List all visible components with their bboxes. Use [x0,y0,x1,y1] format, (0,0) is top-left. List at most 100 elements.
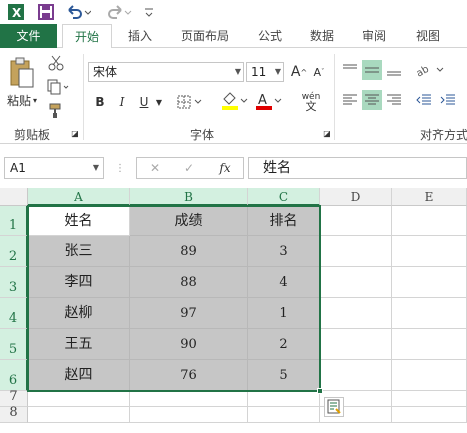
undo-icon[interactable] [64,3,92,21]
name-box[interactable]: A1 ▼ [4,157,104,179]
cut-icon[interactable] [46,54,66,72]
decrease-font-icon[interactable]: Aˇ [310,62,328,82]
format-painter-icon[interactable] [46,102,66,120]
chevron-down-icon[interactable]: ▼ [154,92,164,112]
cell-b6[interactable]: 76 [130,360,248,391]
row-header-4[interactable]: 4 [0,298,28,329]
cell-e4[interactable] [392,298,467,329]
cell-e6[interactable] [392,360,467,391]
cell-c3[interactable]: 4 [248,267,320,298]
row-header-2[interactable]: 2 [0,236,28,267]
increase-indent-icon[interactable] [438,90,458,110]
row-header-3[interactable]: 3 [0,267,28,298]
cell-a3[interactable]: 李四 [28,267,130,298]
fill-color-icon[interactable] [220,90,250,112]
quick-analysis-icon[interactable] [324,397,344,417]
cell-c6[interactable]: 5 [248,360,320,391]
cell-d2[interactable] [320,236,392,267]
cell-b3[interactable]: 88 [130,267,248,298]
phonetic-guide-button[interactable]: wén 文 [296,90,326,114]
cell-d6[interactable] [320,360,392,391]
copy-icon[interactable] [46,78,72,96]
align-left-icon[interactable] [340,90,360,110]
bold-button[interactable]: B [92,92,108,112]
insert-function-icon[interactable]: fx [213,159,237,177]
cell-e1[interactable] [392,206,467,236]
formula-input[interactable]: 姓名 [248,157,467,179]
tab-insert[interactable]: 插入 [118,24,162,48]
font-size-combo[interactable]: 11 ▼ [246,62,284,82]
column-header-e[interactable]: E [392,188,467,206]
cell-a5[interactable]: 王五 [28,329,130,360]
column-header-b[interactable]: B [130,188,248,206]
orientation-icon[interactable]: ab [414,60,446,80]
fill-handle[interactable] [317,388,323,394]
tab-data[interactable]: 数据 [300,24,344,48]
cell-b1[interactable]: 成绩 [130,206,248,236]
customize-qat-icon[interactable] [142,3,156,21]
cell-a1[interactable]: 姓名 [28,206,130,236]
increase-font-icon[interactable]: A ^ [290,62,308,82]
cell-a7[interactable] [28,391,130,407]
column-header-a[interactable]: A [28,188,130,206]
cell-e8[interactable] [392,407,467,423]
cell-b7[interactable] [130,391,248,407]
worksheet-grid[interactable]: A B C D E 1 2 3 4 5 6 7 8 姓名 成绩 排名 张三 89 3 李四 88 4 赵柳 97 1 王五 90 2 赵… [0,188,467,433]
row-header-8[interactable]: 8 [0,405,28,423]
select-all-corner[interactable] [0,188,28,206]
cell-c4[interactable]: 1 [248,298,320,329]
cell-b8[interactable] [130,407,248,423]
cell-c8[interactable] [248,407,320,423]
cell-c1[interactable]: 排名 [248,206,320,236]
cell-a6[interactable]: 赵四 [28,360,130,391]
paste-icon[interactable] [6,56,38,90]
underline-button[interactable]: U [136,92,152,112]
cell-c7[interactable] [248,391,320,407]
cell-a8[interactable] [28,407,130,423]
align-center-icon[interactable] [362,90,382,110]
save-icon[interactable] [36,3,56,21]
font-launcher-icon[interactable]: ◪ [322,128,332,138]
cell-a2[interactable]: 张三 [28,236,130,267]
font-name-combo[interactable]: 宋体 ▼ [88,62,244,82]
tab-formulas[interactable]: 公式 [248,24,292,48]
cell-c2[interactable]: 3 [248,236,320,267]
tab-view[interactable]: 视图 [406,24,450,48]
paste-button[interactable]: 粘贴 ▾ [4,92,40,108]
tab-review[interactable]: 审阅 [352,24,396,48]
row-header-5[interactable]: 5 [0,329,28,360]
cell-a4[interactable]: 赵柳 [28,298,130,329]
cell-e2[interactable] [392,236,467,267]
cell-e3[interactable] [392,267,467,298]
align-top-icon[interactable] [340,60,360,80]
column-header-d[interactable]: D [320,188,392,206]
font-color-icon[interactable]: A [254,90,284,112]
enter-icon[interactable]: ✓ [179,159,199,177]
cancel-icon[interactable]: ✕ [145,159,165,177]
column-header-c[interactable]: C [248,188,320,206]
tab-file[interactable]: 文件 [0,24,57,48]
cell-c5[interactable]: 2 [248,329,320,360]
italic-button[interactable]: I [114,92,130,112]
decrease-indent-icon[interactable] [414,90,434,110]
cell-b2[interactable]: 89 [130,236,248,267]
cell-d4[interactable] [320,298,392,329]
cell-b5[interactable]: 90 [130,329,248,360]
row-header-1[interactable]: 1 [0,206,28,236]
redo-icon[interactable] [106,3,134,21]
align-middle-icon[interactable] [362,60,382,80]
row-header-6[interactable]: 6 [0,360,28,391]
cell-e7[interactable] [392,391,467,407]
cell-e5[interactable] [392,329,467,360]
cell-d3[interactable] [320,267,392,298]
cell-b4[interactable]: 97 [130,298,248,329]
borders-icon[interactable] [176,92,204,112]
cell-d1[interactable] [320,206,392,236]
clipboard-launcher-icon[interactable]: ◪ [70,128,80,138]
chevron-down-icon: ▼ [234,67,241,76]
tab-page-layout[interactable]: 页面布局 [170,24,240,48]
tab-home[interactable]: 开始 [62,24,112,49]
cell-d5[interactable] [320,329,392,360]
align-bottom-icon[interactable] [384,60,404,80]
align-right-icon[interactable] [384,90,404,110]
